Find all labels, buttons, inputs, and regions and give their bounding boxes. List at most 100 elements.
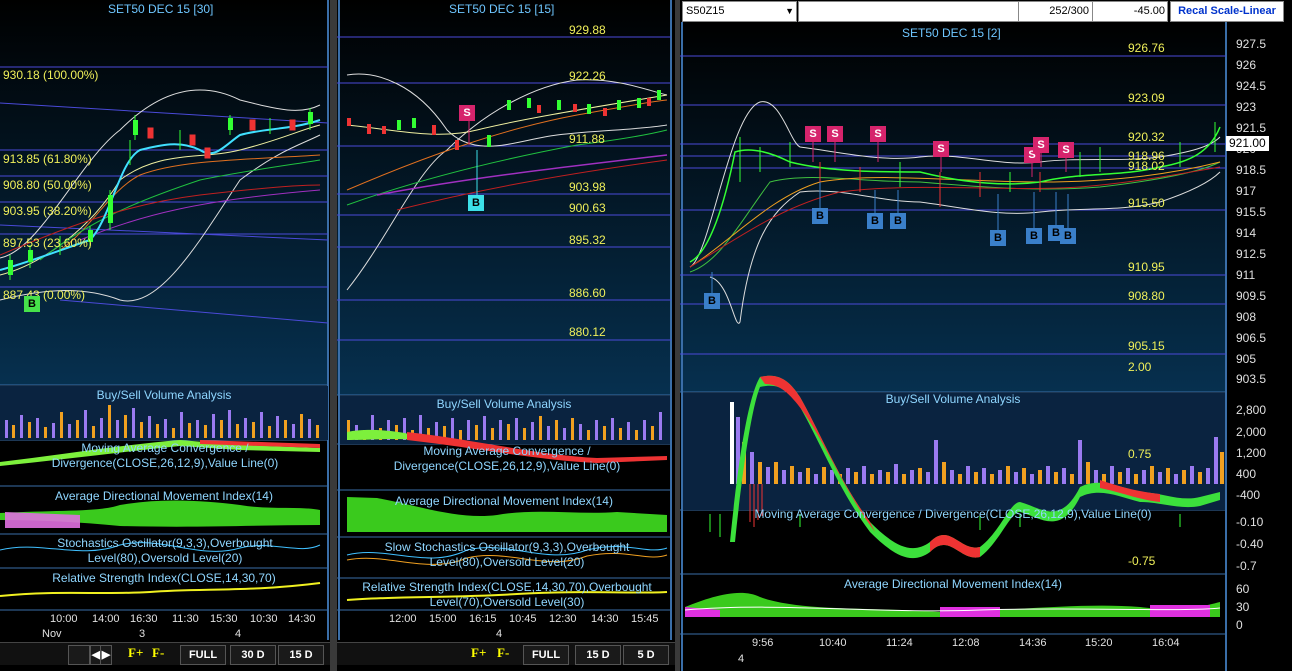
price-axis-tick: 917 bbox=[1236, 184, 1257, 198]
range-15d-button[interactable]: 15 D bbox=[575, 645, 621, 665]
volume-axis-tick: 400 bbox=[1236, 467, 1257, 481]
time-label: 16:30 bbox=[130, 613, 158, 625]
fib-level-236: 897.53 (23.60%) bbox=[3, 236, 92, 250]
price-axis-tick: 911 bbox=[1236, 268, 1256, 282]
price-level: 900.63 bbox=[569, 201, 606, 215]
price-level: 880.12 bbox=[569, 325, 606, 339]
symbol-select[interactable]: S50Z15 ▼ bbox=[682, 1, 797, 22]
current-price-tag: 921.00 bbox=[1226, 136, 1269, 151]
volume-indicator-title: Buy/Sell Volume Analysis bbox=[436, 397, 572, 411]
full-range-button[interactable]: FULL bbox=[180, 645, 226, 665]
price-chart-2min[interactable] bbox=[680, 22, 1292, 671]
chart-panel-15min[interactable]: SET50 DEC 15 [15] 929.88 922.26 911.88 9… bbox=[337, 0, 675, 671]
price-axis-tick: 912.5 bbox=[1236, 247, 1267, 261]
zoom-out-button[interactable]: F- bbox=[497, 645, 509, 661]
volume-level: 0.75 bbox=[1128, 447, 1152, 461]
buy-signal-marker[interactable]: B bbox=[890, 213, 906, 229]
macd-axis-tick: -0.7 bbox=[1236, 559, 1257, 573]
fib-level-100: 930.18 (100.00%) bbox=[3, 68, 99, 82]
volume-axis-tick: 2,000 bbox=[1236, 425, 1267, 439]
date-label: 3 bbox=[139, 628, 146, 640]
time-label: 15:30 bbox=[210, 613, 238, 625]
price-axis-tick: 908 bbox=[1236, 310, 1257, 324]
zoom-out-button[interactable]: F- bbox=[152, 645, 164, 661]
price-level: 915.50 bbox=[1128, 196, 1165, 210]
volume-axis-tick: 2,800 bbox=[1236, 403, 1267, 417]
range-5d-button[interactable]: 5 D bbox=[623, 645, 669, 665]
sell-signal-marker[interactable]: S bbox=[827, 126, 843, 142]
volume-axis-tick: 1,200 bbox=[1236, 446, 1267, 460]
rsi-indicator-title: Relative Strength Index(CLOSE,14,30,70),… bbox=[362, 580, 652, 609]
time-label: 10:30 bbox=[250, 613, 278, 625]
date-label: 4 bbox=[496, 628, 503, 640]
blank-field bbox=[798, 1, 1030, 22]
buy-signal-marker[interactable]: B bbox=[704, 293, 720, 309]
chart-title: SET50 DEC 15 [15] bbox=[449, 2, 555, 16]
sell-signal-marker[interactable]: S bbox=[933, 141, 949, 157]
price-axis-tick: 927.5 bbox=[1236, 37, 1267, 51]
buy-signal-marker[interactable]: B bbox=[1026, 228, 1042, 244]
price-axis-tick: 924.5 bbox=[1236, 79, 1267, 93]
buy-signal-marker[interactable]: B bbox=[812, 208, 828, 224]
chart-title: SET50 DEC 15 [30] bbox=[108, 2, 214, 16]
price-chart-15min[interactable] bbox=[337, 0, 675, 671]
price-axis-tick: 915.5 bbox=[1236, 205, 1267, 219]
symbol-toolbar: S50Z15 ▼ 252/300 -45.00 Recal Scale-Line… bbox=[680, 0, 1292, 22]
buy-signal-marker[interactable]: B bbox=[468, 195, 484, 211]
price-level: 918.02 bbox=[1128, 159, 1165, 173]
full-range-button[interactable]: FULL bbox=[523, 645, 569, 665]
macd-axis-tick: -0.10 bbox=[1236, 515, 1264, 529]
price-level: 926.76 bbox=[1128, 41, 1165, 55]
price-axis-tick: 914 bbox=[1236, 226, 1257, 240]
adx-axis-tick: 30 bbox=[1236, 600, 1250, 614]
zoom-in-button[interactable]: F+ bbox=[471, 645, 486, 661]
fib-level-618: 913.85 (61.80%) bbox=[3, 152, 92, 166]
zoom-in-button[interactable]: F+ bbox=[128, 645, 143, 661]
fib-level-500: 908.80 (50.00%) bbox=[3, 178, 92, 192]
buy-signal-marker[interactable]: B bbox=[867, 213, 883, 229]
range-30d-button[interactable]: 30 D bbox=[230, 645, 276, 665]
macd-indicator-title: Moving Average Convergence / Divergence(… bbox=[393, 444, 621, 473]
date-label: 4 bbox=[738, 653, 745, 665]
time-label: 11:30 bbox=[172, 613, 199, 625]
time-label: 14:30 bbox=[591, 613, 619, 625]
time-label: 12:08 bbox=[952, 637, 980, 649]
sell-signal-marker[interactable]: S bbox=[1058, 142, 1074, 158]
fib-level-0: 887.43 (0.00%) bbox=[3, 288, 86, 302]
sell-signal-marker[interactable]: S bbox=[1033, 137, 1049, 153]
price-level: 2.00 bbox=[1128, 360, 1152, 374]
time-label: 15:45 bbox=[631, 613, 659, 625]
rsi-indicator-title: Relative Strength Index(CLOSE,14,30,70) bbox=[52, 571, 276, 585]
time-label: 10:40 bbox=[819, 637, 847, 649]
symbol-value: S50Z15 bbox=[686, 5, 725, 17]
bottom-toolbar: F+ F- FULL 15 D 5 D bbox=[337, 642, 675, 665]
price-axis-tick: 905 bbox=[1236, 352, 1257, 366]
time-label: 16:04 bbox=[1152, 637, 1180, 649]
scroll-right-button[interactable]: ▶ bbox=[100, 645, 112, 665]
buy-signal-marker[interactable]: B bbox=[24, 296, 40, 312]
stochastic-indicator-title: Slow Stochastics Oscillator(9,3,3),Overb… bbox=[384, 540, 630, 569]
adx-axis-tick: 0 bbox=[1236, 618, 1243, 632]
record-counter: 252/300 bbox=[1018, 1, 1094, 22]
adx-indicator-title: Average Directional Movement Index(14) bbox=[844, 577, 1062, 591]
sell-signal-marker[interactable]: S bbox=[805, 126, 821, 142]
range-15d-button[interactable]: 15 D bbox=[278, 645, 324, 665]
chevron-down-icon[interactable]: ▼ bbox=[785, 2, 794, 21]
chart-panel-30min[interactable]: SET50 DEC 15 [30] 930.18 (100.00%) 913.8… bbox=[0, 0, 330, 671]
volume-axis-tick: -400 bbox=[1236, 488, 1261, 502]
scroll-thumb[interactable] bbox=[68, 645, 90, 665]
sell-signal-marker[interactable]: S bbox=[459, 105, 475, 121]
price-axis-tick: 906.5 bbox=[1236, 331, 1267, 345]
recal-scale-button[interactable]: Recal Scale-Linear bbox=[1170, 1, 1284, 22]
price-change: -45.00 bbox=[1092, 1, 1168, 22]
price-axis-tick: 903.5 bbox=[1236, 372, 1267, 386]
adx-indicator-title: Average Directional Movement Index(14) bbox=[395, 494, 613, 508]
time-label: 14:36 bbox=[1019, 637, 1047, 649]
sell-signal-marker[interactable]: S bbox=[870, 126, 886, 142]
macd-indicator-title: Moving Average Convergence / Divergence(… bbox=[51, 441, 279, 470]
price-level: 922.26 bbox=[569, 69, 606, 83]
buy-signal-marker[interactable]: B bbox=[990, 230, 1006, 246]
buy-signal-marker[interactable]: B bbox=[1060, 228, 1076, 244]
chart-panel-2min[interactable]: SET50 DEC 15 [2] 926.76 923.09 920.32 91… bbox=[680, 22, 1292, 671]
time-label: 9:56 bbox=[752, 637, 774, 649]
